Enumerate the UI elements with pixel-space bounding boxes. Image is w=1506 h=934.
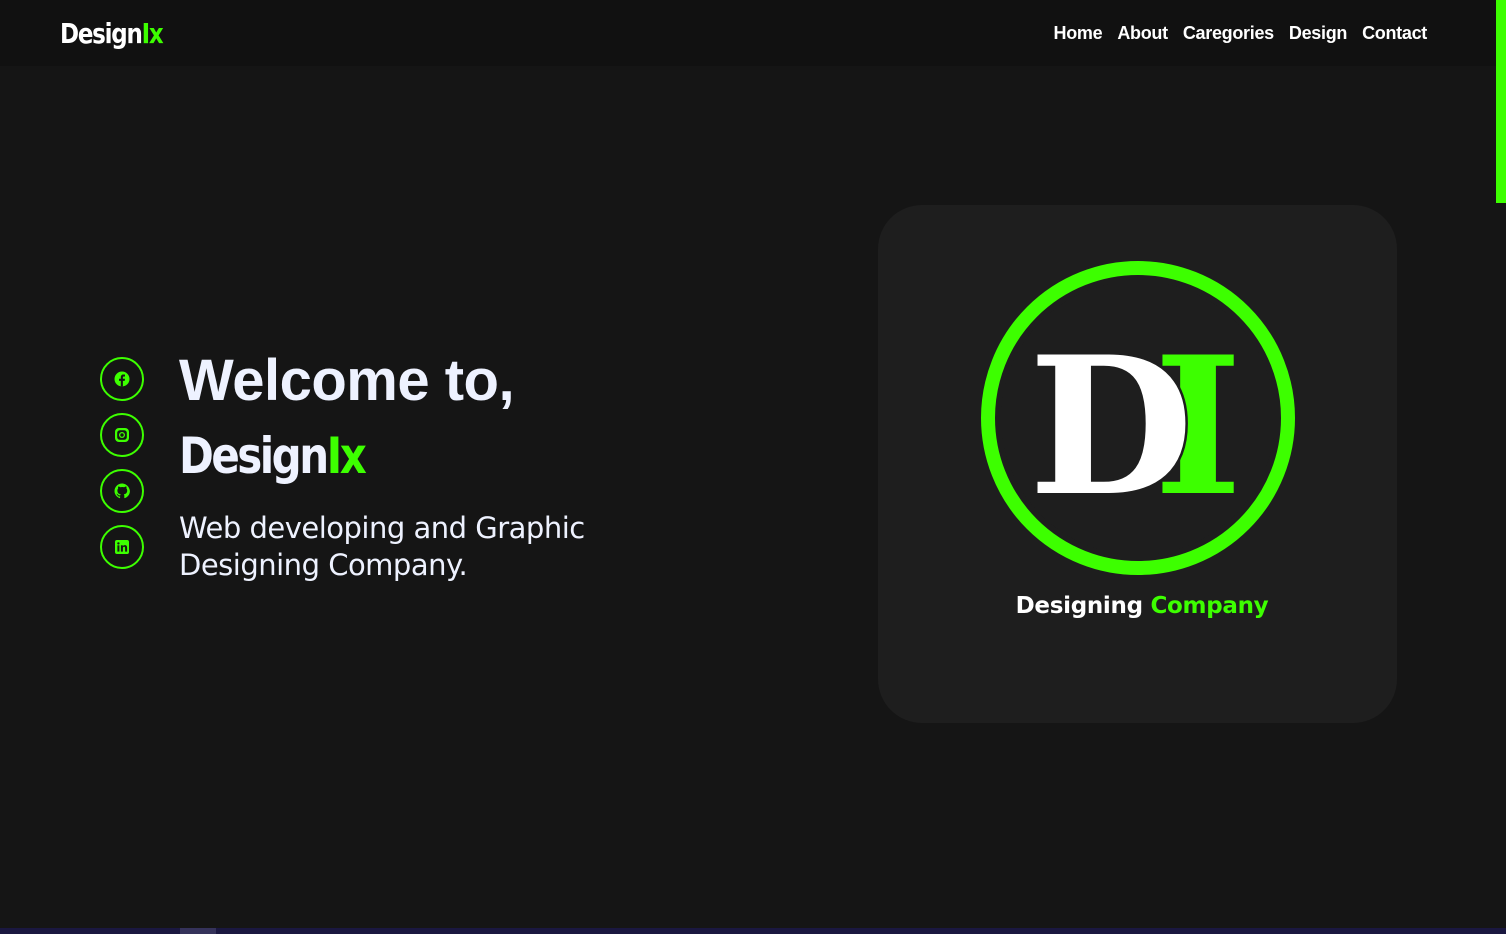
facebook-icon (114, 371, 130, 387)
logo-caption-main: Designing (1015, 593, 1143, 619)
hero-brand-accent: Ix (326, 427, 367, 485)
logo-card: I D Designing Company (878, 205, 1397, 723)
hero-brand-name: DesignIx (179, 424, 367, 488)
company-logo-mark: I D (981, 261, 1295, 575)
horizontal-scrollbar-thumb[interactable] (180, 928, 216, 934)
instagram-link[interactable] (100, 413, 144, 457)
hero-welcome-heading: Welcome to, (179, 348, 515, 413)
page: DesignIx Home About Caregories Design Co… (0, 0, 1506, 934)
brand-name-main: Design (60, 17, 143, 50)
github-icon (114, 483, 130, 499)
facebook-link[interactable] (100, 357, 144, 401)
logo-letter-d: D (1029, 315, 1194, 538)
brand-logo[interactable]: DesignIx (60, 14, 164, 54)
social-links (100, 357, 144, 569)
nav-link-design[interactable]: Design (1289, 22, 1348, 44)
scrollbar-thumb[interactable] (1496, 0, 1506, 203)
logo-caption-accent: Company (1150, 593, 1269, 619)
linkedin-link[interactable] (100, 525, 144, 569)
nav-link-home[interactable]: Home (1054, 22, 1103, 44)
brand-name-accent: Ix (141, 17, 164, 50)
nav-menu: Home About Caregories Design Contact (1054, 22, 1428, 44)
bottom-horizontal-scrollbar[interactable] (0, 928, 1506, 934)
github-link[interactable] (100, 469, 144, 513)
nav-link-contact[interactable]: Contact (1362, 22, 1427, 44)
nav-link-about[interactable]: About (1117, 22, 1168, 44)
navbar: DesignIx Home About Caregories Design Co… (0, 0, 1496, 66)
linkedin-icon (115, 540, 129, 554)
logo-caption: Designing Company (878, 590, 1406, 622)
hero-brand-main: Design (179, 427, 329, 485)
nav-link-categories[interactable]: Caregories (1183, 22, 1274, 44)
instagram-icon (115, 428, 129, 442)
hero-tagline: Web developing and Graphic Designing Com… (179, 511, 585, 582)
scrollbar-track[interactable] (1496, 0, 1506, 934)
